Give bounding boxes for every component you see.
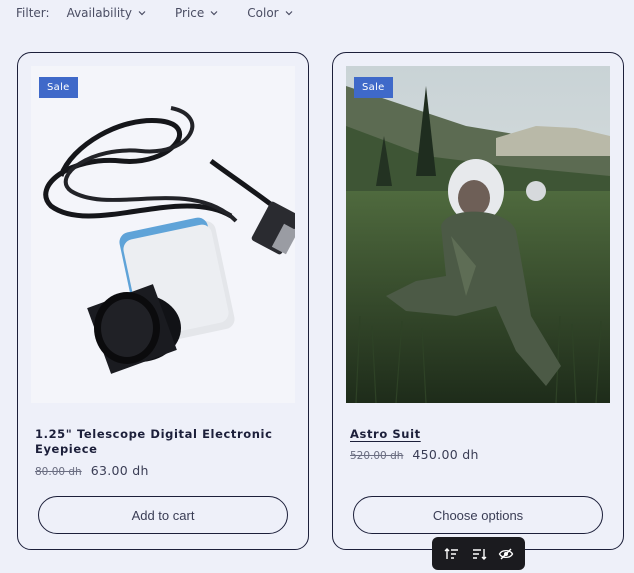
sort-descending-icon[interactable]: [469, 544, 489, 564]
product-image-astro-suit[interactable]: Sale: [346, 66, 610, 403]
sale-price: 450.00 dh: [412, 447, 479, 462]
product-title[interactable]: 1.25" Telescope Digital Electronic Eyepi…: [35, 427, 275, 457]
product-title[interactable]: Astro Suit: [350, 427, 590, 442]
sale-badge: Sale: [39, 77, 78, 98]
hide-icon[interactable]: [496, 544, 516, 564]
price-row: 520.00 dh 450.00 dh: [350, 447, 479, 462]
sale-badge: Sale: [354, 77, 393, 98]
chevron-down-icon: [138, 11, 146, 16]
floating-toolbar: [432, 537, 525, 570]
filter-availability-label: Availability: [66, 6, 132, 20]
price-row: 80.00 dh 63.00 dh: [35, 463, 149, 478]
filter-bar: Filter: Availability Price Color: [16, 5, 322, 21]
filter-price-label: Price: [174, 6, 205, 20]
product-card: Sale 1.25" Telescope Digital Electronic …: [17, 52, 309, 550]
filter-price[interactable]: Price: [175, 6, 219, 20]
add-to-cart-button[interactable]: Add to cart: [38, 496, 288, 534]
filter-color-label: Color: [247, 6, 279, 20]
regular-price: 80.00 dh: [35, 466, 82, 478]
filter-availability[interactable]: Availability: [67, 6, 147, 20]
product-image-eyepiece[interactable]: Sale: [31, 66, 295, 403]
filter-color[interactable]: Color: [247, 6, 293, 20]
sort-ascending-icon[interactable]: [442, 544, 462, 564]
choose-options-button[interactable]: Choose options: [353, 496, 603, 534]
regular-price: 520.00 dh: [350, 450, 404, 462]
chevron-down-icon: [210, 11, 218, 16]
sale-price: 63.00 dh: [90, 463, 149, 478]
product-card: Sale Astro Suit 520.00 dh 450.00 dh Choo…: [332, 52, 624, 550]
chevron-down-icon: [285, 11, 293, 16]
filter-label: Filter:: [16, 6, 50, 20]
